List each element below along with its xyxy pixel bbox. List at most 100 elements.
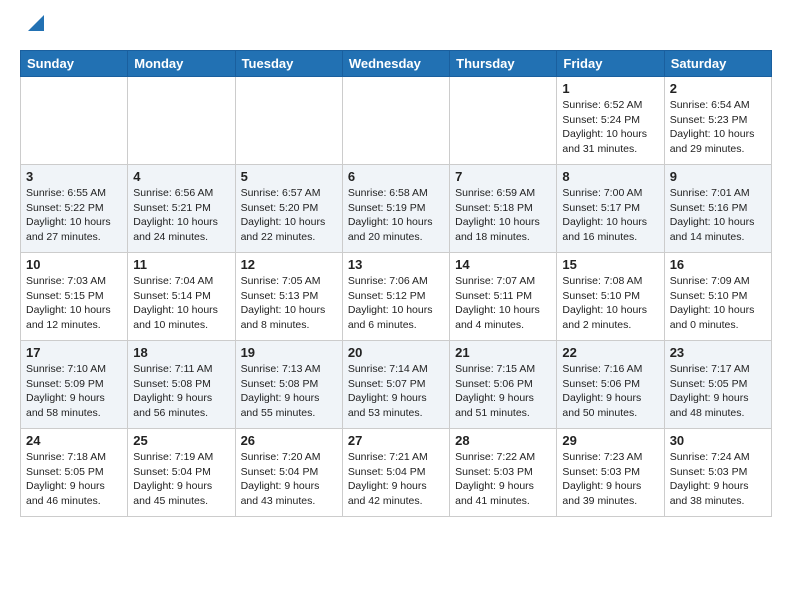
calendar-cell: 10Sunrise: 7:03 AM Sunset: 5:15 PM Dayli… <box>21 253 128 341</box>
calendar-cell <box>342 77 449 165</box>
day-number: 8 <box>562 169 658 184</box>
day-info: Sunrise: 7:00 AM Sunset: 5:17 PM Dayligh… <box>562 186 658 245</box>
calendar-week-row: 17 Sunrise: 7:10 AM Sunset: 5:09 PM Dayli… <box>21 341 772 429</box>
day-info: Sunrise: 7:01 AM Sunset: 5:16 PM Dayligh… <box>670 186 766 245</box>
day-info: Sunrise: 7:23 AM Sunset: 5:03 PM Dayligh… <box>562 450 658 509</box>
calendar-cell: 17 Sunrise: 7:10 AM Sunset: 5:09 PM Dayli… <box>21 341 128 429</box>
calendar-cell: 3Sunrise: 6:55 AM Sunset: 5:22 PM Daylig… <box>21 165 128 253</box>
page: SundayMondayTuesdayWednesdayThursdayFrid… <box>0 0 792 533</box>
calendar-cell: 18Sunrise: 7:11 AM Sunset: 5:08 PM Dayli… <box>128 341 235 429</box>
calendar: SundayMondayTuesdayWednesdayThursdayFrid… <box>20 50 772 517</box>
calendar-cell: 20 Sunrise: 7:14 AM Sunset: 5:07 PM Dayli… <box>342 341 449 429</box>
calendar-cell: 15 Sunrise: 7:08 AM Sunset: 5:10 PM Dayli… <box>557 253 664 341</box>
day-number: 2 <box>670 81 766 96</box>
day-number: 9 <box>670 169 766 184</box>
day-info: Sunrise: 7:07 AM Sunset: 5:11 PM Dayligh… <box>455 274 551 333</box>
day-info: Sunrise: 7:17 AM Sunset: 5:05 PM Dayligh… <box>670 362 766 421</box>
calendar-cell: 23 Sunrise: 7:17 AM Sunset: 5:05 PM Dayli… <box>664 341 771 429</box>
day-info: Sunrise: 7:05 AM Sunset: 5:13 PM Dayligh… <box>241 274 337 333</box>
calendar-cell: 9 Sunrise: 7:01 AM Sunset: 5:16 PM Daylig… <box>664 165 771 253</box>
day-number: 17 <box>26 345 122 360</box>
calendar-week-row: 10Sunrise: 7:03 AM Sunset: 5:15 PM Dayli… <box>21 253 772 341</box>
calendar-cell: 4Sunrise: 6:56 AM Sunset: 5:21 PM Daylig… <box>128 165 235 253</box>
day-number: 20 <box>348 345 444 360</box>
day-number: 16 <box>670 257 766 272</box>
calendar-week-row: 1 Sunrise: 6:52 AM Sunset: 5:24 PM Daylig… <box>21 77 772 165</box>
day-info: Sunrise: 7:08 AM Sunset: 5:10 PM Dayligh… <box>562 274 658 333</box>
day-info: Sunrise: 7:10 AM Sunset: 5:09 PM Dayligh… <box>26 362 122 421</box>
calendar-cell: 26Sunrise: 7:20 AM Sunset: 5:04 PM Dayli… <box>235 429 342 517</box>
day-number: 6 <box>348 169 444 184</box>
weekday-header: Saturday <box>664 51 771 77</box>
day-number: 25 <box>133 433 229 448</box>
weekday-header: Friday <box>557 51 664 77</box>
day-info: Sunrise: 7:18 AM Sunset: 5:05 PM Dayligh… <box>26 450 122 509</box>
day-info: Sunrise: 7:09 AM Sunset: 5:10 PM Dayligh… <box>670 274 766 333</box>
calendar-cell <box>235 77 342 165</box>
calendar-cell: 29 Sunrise: 7:23 AM Sunset: 5:03 PM Dayli… <box>557 429 664 517</box>
day-info: Sunrise: 6:54 AM Sunset: 5:23 PM Dayligh… <box>670 98 766 157</box>
calendar-cell: 12 Sunrise: 7:05 AM Sunset: 5:13 PM Dayli… <box>235 253 342 341</box>
day-info: Sunrise: 7:19 AM Sunset: 5:04 PM Dayligh… <box>133 450 229 509</box>
calendar-cell: 30 Sunrise: 7:24 AM Sunset: 5:03 PM Dayli… <box>664 429 771 517</box>
calendar-header-row: SundayMondayTuesdayWednesdayThursdayFrid… <box>21 51 772 77</box>
calendar-cell <box>21 77 128 165</box>
day-number: 28 <box>455 433 551 448</box>
day-info: Sunrise: 7:13 AM Sunset: 5:08 PM Dayligh… <box>241 362 337 421</box>
day-info: Sunrise: 6:55 AM Sunset: 5:22 PM Dayligh… <box>26 186 122 245</box>
day-number: 4 <box>133 169 229 184</box>
day-number: 21 <box>455 345 551 360</box>
day-number: 30 <box>670 433 766 448</box>
calendar-cell: 24 Sunrise: 7:18 AM Sunset: 5:05 PM Dayli… <box>21 429 128 517</box>
calendar-cell <box>128 77 235 165</box>
day-info: Sunrise: 7:22 AM Sunset: 5:03 PM Dayligh… <box>455 450 551 509</box>
weekday-header: Monday <box>128 51 235 77</box>
calendar-cell: 25 Sunrise: 7:19 AM Sunset: 5:04 PM Dayli… <box>128 429 235 517</box>
day-number: 12 <box>241 257 337 272</box>
day-number: 5 <box>241 169 337 184</box>
calendar-cell: 2 Sunrise: 6:54 AM Sunset: 5:23 PM Daylig… <box>664 77 771 165</box>
calendar-cell: 28 Sunrise: 7:22 AM Sunset: 5:03 PM Dayli… <box>450 429 557 517</box>
day-info: Sunrise: 7:14 AM Sunset: 5:07 PM Dayligh… <box>348 362 444 421</box>
calendar-cell: 5 Sunrise: 6:57 AM Sunset: 5:20 PM Daylig… <box>235 165 342 253</box>
day-info: Sunrise: 7:04 AM Sunset: 5:14 PM Dayligh… <box>133 274 229 333</box>
day-info: Sunrise: 6:52 AM Sunset: 5:24 PM Dayligh… <box>562 98 658 157</box>
logo-icon <box>22 11 44 33</box>
day-number: 23 <box>670 345 766 360</box>
weekday-header: Thursday <box>450 51 557 77</box>
calendar-cell: 14 Sunrise: 7:07 AM Sunset: 5:11 PM Dayli… <box>450 253 557 341</box>
weekday-header: Wednesday <box>342 51 449 77</box>
calendar-cell <box>450 77 557 165</box>
day-info: Sunrise: 7:16 AM Sunset: 5:06 PM Dayligh… <box>562 362 658 421</box>
day-number: 14 <box>455 257 551 272</box>
day-number: 1 <box>562 81 658 96</box>
calendar-week-row: 3Sunrise: 6:55 AM Sunset: 5:22 PM Daylig… <box>21 165 772 253</box>
day-number: 27 <box>348 433 444 448</box>
calendar-cell: 21Sunrise: 7:15 AM Sunset: 5:06 PM Dayli… <box>450 341 557 429</box>
day-number: 18 <box>133 345 229 360</box>
day-info: Sunrise: 7:06 AM Sunset: 5:12 PM Dayligh… <box>348 274 444 333</box>
calendar-cell: 22Sunrise: 7:16 AM Sunset: 5:06 PM Dayli… <box>557 341 664 429</box>
calendar-cell: 1 Sunrise: 6:52 AM Sunset: 5:24 PM Daylig… <box>557 77 664 165</box>
calendar-cell: 7 Sunrise: 6:59 AM Sunset: 5:18 PM Daylig… <box>450 165 557 253</box>
calendar-cell: 27 Sunrise: 7:21 AM Sunset: 5:04 PM Dayli… <box>342 429 449 517</box>
day-info: Sunrise: 7:24 AM Sunset: 5:03 PM Dayligh… <box>670 450 766 509</box>
day-info: Sunrise: 7:21 AM Sunset: 5:04 PM Dayligh… <box>348 450 444 509</box>
day-number: 7 <box>455 169 551 184</box>
header <box>20 16 772 38</box>
day-number: 11 <box>133 257 229 272</box>
day-number: 15 <box>562 257 658 272</box>
weekday-header: Tuesday <box>235 51 342 77</box>
day-info: Sunrise: 6:58 AM Sunset: 5:19 PM Dayligh… <box>348 186 444 245</box>
day-number: 24 <box>26 433 122 448</box>
day-number: 29 <box>562 433 658 448</box>
day-info: Sunrise: 6:59 AM Sunset: 5:18 PM Dayligh… <box>455 186 551 245</box>
calendar-cell: 6 Sunrise: 6:58 AM Sunset: 5:19 PM Daylig… <box>342 165 449 253</box>
day-info: Sunrise: 6:57 AM Sunset: 5:20 PM Dayligh… <box>241 186 337 245</box>
calendar-cell: 8 Sunrise: 7:00 AM Sunset: 5:17 PM Daylig… <box>557 165 664 253</box>
logo <box>20 16 44 38</box>
calendar-cell: 16 Sunrise: 7:09 AM Sunset: 5:10 PM Dayli… <box>664 253 771 341</box>
day-number: 19 <box>241 345 337 360</box>
day-number: 26 <box>241 433 337 448</box>
calendar-cell: 11 Sunrise: 7:04 AM Sunset: 5:14 PM Dayli… <box>128 253 235 341</box>
